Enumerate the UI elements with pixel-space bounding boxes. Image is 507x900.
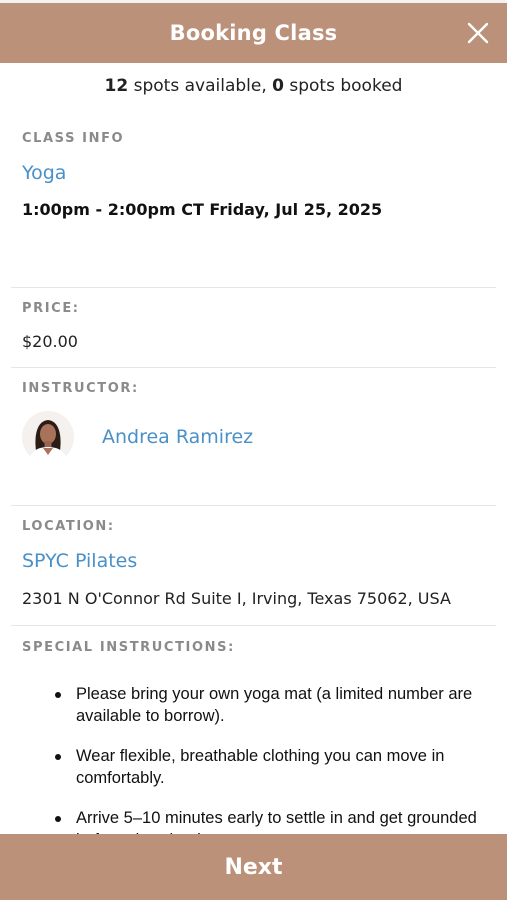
class-name-link[interactable]: Yoga [22,162,485,184]
booked-count: 0 [272,76,284,96]
location-label: LOCATION: [22,519,115,534]
available-text: spots available, [128,76,273,96]
availability-summary: 12 spots available, 0 spots booked [0,63,507,109]
special-instructions-list: Please bring your own yoga mat (a limite… [22,683,485,851]
avatar-image [22,411,74,463]
instructor-section: INSTRUCTOR: Andrea Ramirez [11,368,496,506]
close-icon [467,22,489,44]
class-info-label: CLASS INFO [22,131,125,146]
available-count: 12 [104,76,129,96]
price-value: $20.00 [22,332,78,351]
location-name-link[interactable]: SPYC Pilates [22,550,485,572]
price-section: PRICE: $20.00 [11,288,496,368]
instructor-name-link[interactable]: Andrea Ramirez [102,426,253,448]
location-address: 2301 N O'Connor Rd Suite I, Irving, Texa… [22,589,451,608]
booked-text: spots booked [283,76,403,96]
instructor-row: Andrea Ramirez [22,411,485,463]
special-instructions-section: SPECIAL INSTRUCTIONS: Please bring your … [11,626,496,851]
class-datetime: 1:00pm - 2:00pm CT Friday, Jul 25, 2025 [22,200,383,219]
next-button[interactable]: Next [0,834,507,900]
instructor-label: INSTRUCTOR: [22,381,139,396]
location-section: LOCATION: SPYC Pilates 2301 N O'Connor R… [11,506,496,626]
instructor-avatar[interactable] [22,411,74,463]
modal-title: Booking Class [169,21,338,45]
list-item: Please bring your own yoga mat (a limite… [54,683,479,727]
special-instructions-label: SPECIAL INSTRUCTIONS: [22,640,235,655]
modal-header: Booking Class [0,3,507,63]
list-item: Wear flexible, breathable clothing you c… [54,745,479,789]
close-button[interactable] [463,18,493,48]
price-label: PRICE: [22,301,80,316]
class-info-section: CLASS INFO Yoga 1:00pm - 2:00pm CT Frida… [11,109,496,288]
next-button-label: Next [224,854,283,880]
